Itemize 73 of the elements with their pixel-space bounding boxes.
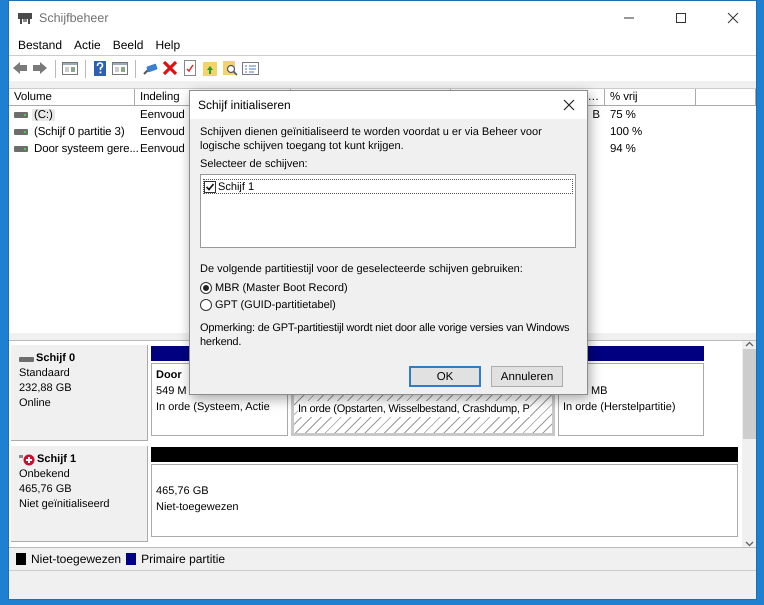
menu-item[interactable]: Actie (68, 38, 107, 52)
delete-icon[interactable] (162, 60, 179, 77)
scroll-up-icon[interactable] (744, 341, 754, 347)
partition-status: In orde (Herstelpartitie) (563, 400, 676, 415)
menu-item[interactable]: Help (149, 38, 186, 52)
maximize-icon[interactable] (675, 12, 687, 24)
partition-size: 465,76 GB (156, 484, 209, 499)
partition-block[interactable]: 465,76 GB Niet-toegewezen (151, 464, 738, 537)
legend-label: Niet-toegewezen (31, 552, 122, 566)
disk-detail: 465,76 GB (19, 482, 73, 497)
menu-item[interactable]: Beeld (106, 38, 150, 52)
column-header[interactable]: Volume (9, 89, 135, 106)
disk-name: Schijf 1 (37, 452, 76, 467)
radio-button[interactable] (200, 282, 212, 294)
cancel-button[interactable]: Annuleren (491, 366, 563, 387)
disk-detail: Onbekend (19, 467, 71, 482)
help-icon[interactable] (92, 60, 109, 77)
window-title: Schijfbeheer (39, 11, 110, 25)
note-text: Opmerking: de GPT-partitiestijl wordt niet door alle vorige versies van Windows herkend. (200, 321, 570, 349)
disk-detail: Online (19, 396, 52, 411)
table-cell: Eenvoud (140, 108, 185, 120)
forward-icon[interactable] (32, 60, 49, 77)
drive-icon (14, 144, 28, 152)
radio-button[interactable] (200, 298, 212, 310)
scrollbar[interactable] (742, 341, 756, 547)
list-item[interactable]: Schijf 1 (218, 180, 254, 194)
legend-label: Primaire partitie (141, 552, 226, 566)
table-cell: 100 % (610, 126, 642, 138)
partition-title: Door (156, 368, 183, 383)
partition-size: 549 M (156, 384, 187, 399)
table-cell: Eenvoud (140, 126, 185, 138)
table-cell: B (592, 108, 600, 120)
back-icon[interactable] (12, 60, 29, 77)
radio-label[interactable]: GPT (GUID-partitietabel) (215, 298, 336, 312)
column-header[interactable]: % vrij (605, 89, 696, 106)
document-check-icon[interactable] (182, 60, 199, 77)
partition-size: MB (591, 384, 608, 399)
dialog-title: Schijf initialiseren (198, 98, 292, 112)
scroll-down-icon[interactable] (744, 541, 754, 547)
table-cell: Eenvoud (140, 142, 185, 154)
drive-icon (19, 354, 34, 362)
menu-item[interactable]: Bestand (12, 38, 68, 52)
panel-icon[interactable] (112, 60, 129, 77)
table-cell[interactable]: (Schijf 0 partitie 3) (32, 126, 127, 138)
table-cell: 75 % (610, 108, 636, 120)
ok-button[interactable]: OK (409, 366, 481, 387)
check-icon (206, 182, 214, 190)
table-cell[interactable]: (C:) (32, 108, 55, 120)
disk-name: Schijf 0 (36, 351, 76, 366)
table-cell: 94 % (610, 142, 636, 154)
folder-search-icon[interactable] (222, 60, 239, 77)
disk-management-icon (17, 11, 33, 25)
partition-status: Niet-toegewezen (156, 500, 239, 515)
style-label: De volgende partitiestijl voor de geselecteerde schijven gebruiken: (200, 262, 524, 276)
drive-icon (14, 128, 28, 136)
disk-detail: Niet geïnitialiseerd (19, 497, 110, 512)
close-icon[interactable] (563, 99, 575, 111)
drive-error-icon (19, 454, 35, 466)
table-cell[interactable]: Door systeem gere... (32, 142, 141, 154)
panel-icon[interactable] (62, 60, 79, 77)
radio-label[interactable]: MBR (Master Boot Record) (215, 280, 348, 294)
disk-detail: 232,88 GB (19, 381, 73, 396)
intro-text: Schijven dienen geïnitialiseerd te worden voordat u er via Beheer voor logische schijven toegang tot kunt krijgen. (200, 125, 543, 153)
list-label: Selecteer de schijven: (200, 157, 309, 171)
checkbox[interactable] (204, 180, 216, 192)
list-window-icon[interactable] (242, 60, 259, 77)
disk-list[interactable]: Schijf 1 (200, 174, 576, 248)
drive-icon (14, 110, 28, 118)
partition-block[interactable]: MB In orde (Herstelpartitie) (558, 363, 704, 436)
partition-status: In orde (Systeem, Actie (156, 400, 270, 415)
partition-status: In orde (Opstarten, Wisselbestand, Crashdump, P (298, 401, 530, 417)
close-icon[interactable] (727, 12, 739, 24)
disk-detail: Standaard (19, 366, 71, 381)
